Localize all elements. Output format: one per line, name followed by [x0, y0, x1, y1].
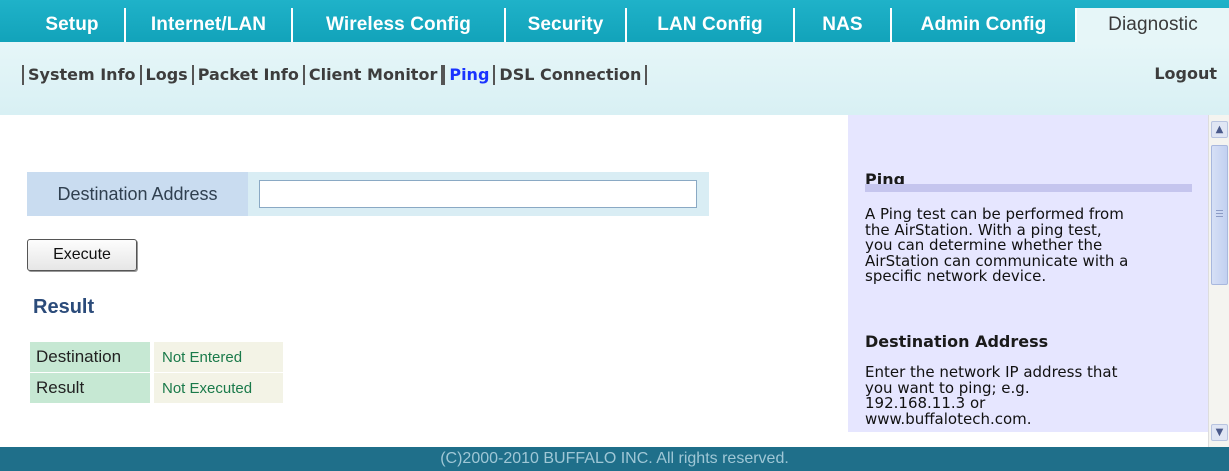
subtab-ping[interactable]: Ping — [443, 65, 496, 85]
subtab-packet-info[interactable]: Packet Info — [194, 65, 305, 85]
help-dest-heading: Destination Address — [865, 332, 1049, 351]
tab-lan-config[interactable]: LAN Config — [625, 8, 793, 42]
result-value-result: Not Executed — [154, 373, 283, 403]
scroll-thumb[interactable] — [1211, 145, 1228, 285]
grip-line — [1216, 213, 1223, 214]
scroll-down-icon[interactable]: ▼ — [1211, 424, 1228, 441]
tab-admin-config[interactable]: Admin Config — [890, 8, 1075, 42]
grip-line — [1216, 210, 1223, 211]
footer: (C)2000-2010 BUFFALO INC. All rights res… — [0, 447, 1229, 471]
help-dest-text: Enter the network IP address that you wa… — [865, 364, 1195, 428]
tab-security[interactable]: Security — [504, 8, 625, 42]
tab-nas[interactable]: NAS — [793, 8, 890, 42]
result-table: Destination Not Entered Result Not Execu… — [30, 342, 283, 404]
help-divider — [865, 184, 1192, 192]
sub-nav-items: System Info Logs Packet Info Client Moni… — [22, 63, 648, 87]
table-row: Result Not Executed — [30, 373, 283, 403]
subtab-logs[interactable]: Logs — [142, 65, 194, 85]
result-heading: Result — [33, 296, 95, 318]
destination-input[interactable] — [259, 180, 697, 208]
main-nav-bar: Setup Internet/LAN Wireless Config Secur… — [0, 0, 1229, 42]
logout-link[interactable]: Logout — [1154, 63, 1217, 85]
grip-line — [1216, 216, 1223, 217]
scroll-up-icon[interactable]: ▲ — [1211, 121, 1228, 138]
result-value-destination: Not Entered — [154, 342, 283, 372]
table-row: Destination Not Entered — [30, 342, 283, 372]
subtab-system-info[interactable]: System Info — [22, 65, 142, 85]
tab-internet-lan[interactable]: Internet/LAN — [124, 8, 291, 42]
help-dest-line: www.buffalotech.com. — [865, 409, 1032, 428]
help-scrollbar[interactable]: ▲ ▼ — [1208, 115, 1229, 447]
ping-content: Destination Address Execute Result Desti… — [0, 115, 848, 432]
help-intro-line: specific network device. — [865, 267, 1047, 285]
result-key-result: Result — [30, 373, 150, 403]
tab-setup[interactable]: Setup — [20, 8, 124, 42]
destination-row: Destination Address — [27, 172, 709, 216]
execute-button[interactable]: Execute — [27, 239, 137, 271]
tab-wireless-config[interactable]: Wireless Config — [291, 8, 504, 42]
result-key-destination: Destination — [30, 342, 150, 372]
help-intro: A Ping test can be performed from the Ai… — [865, 206, 1195, 285]
copyright-text: (C)2000-2010 BUFFALO INC. All rights res… — [440, 450, 789, 467]
destination-label: Destination Address — [27, 172, 248, 216]
tab-diagnostic[interactable]: Diagnostic — [1075, 8, 1229, 42]
subtab-dsl-connection[interactable]: DSL Connection — [495, 65, 648, 85]
help-panel: Ping A Ping test can be performed from t… — [848, 115, 1208, 432]
subtab-client-monitor[interactable]: Client Monitor — [305, 65, 444, 85]
